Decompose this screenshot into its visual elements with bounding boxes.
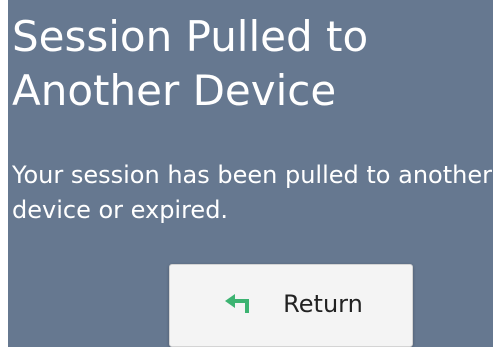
session-dialog: Session Pulled to Another Device Your se… <box>8 0 493 347</box>
dialog-title: Session Pulled to Another Device <box>12 12 369 115</box>
return-button-label: Return <box>283 289 363 318</box>
return-button[interactable]: Return <box>169 264 413 347</box>
return-arrow-icon <box>225 293 253 314</box>
dialog-message: Your session has been pulled to another … <box>12 161 492 224</box>
